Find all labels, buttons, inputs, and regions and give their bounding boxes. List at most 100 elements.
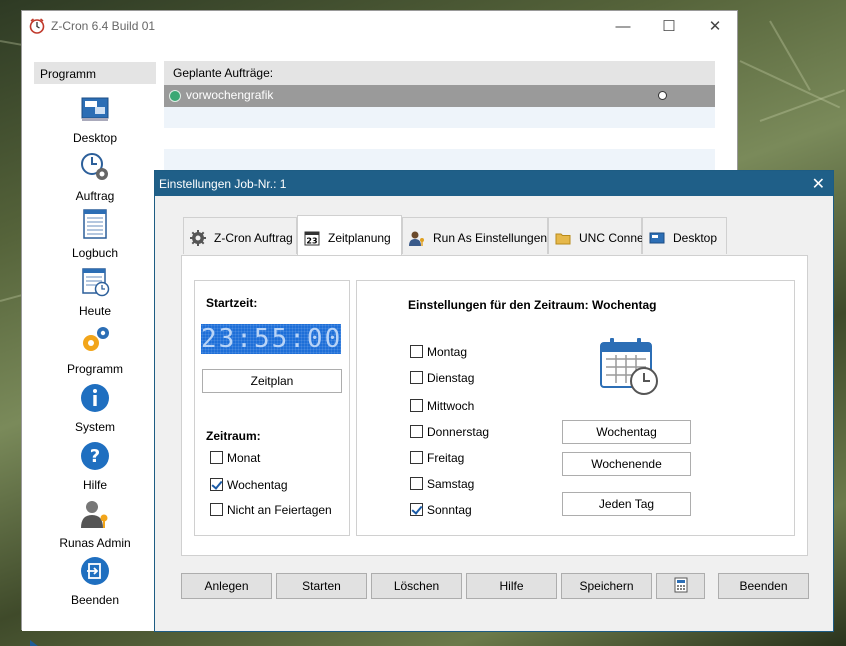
- sidebar-item-logbuch[interactable]: Logbuch: [34, 208, 156, 260]
- hilfe-button[interactable]: Hilfe: [466, 573, 557, 599]
- zeitraum-label: Zeitraum:: [206, 429, 261, 443]
- tab-label: Zeitplanung: [328, 231, 391, 245]
- admin-user-icon: [81, 501, 108, 528]
- expand-arrow-icon[interactable]: [30, 640, 38, 646]
- checkbox-nicht-an-feiertagen[interactable]: Nicht an Feiertagen: [210, 503, 332, 517]
- checkbox-dienstag[interactable]: Dienstag: [410, 371, 474, 385]
- checkbox-box[interactable]: [410, 477, 423, 490]
- anlegen-button[interactable]: Anlegen: [181, 573, 272, 599]
- sidebar-item-auftrag[interactable]: Auftrag: [34, 151, 156, 203]
- sidebar-item-label: Desktop: [72, 131, 118, 145]
- empty-row: [164, 128, 715, 149]
- monitor-icon: [649, 232, 665, 244]
- calendar-23-icon: 23: [304, 231, 320, 246]
- zeitplan-button[interactable]: Zeitplan: [202, 369, 342, 393]
- checkbox-label: Nicht an Feiertagen: [227, 503, 332, 517]
- job-status-icon: [169, 90, 181, 102]
- tab-run-as-einstellungen[interactable]: Run As Einstellungen: [402, 217, 548, 254]
- checkbox-samstag[interactable]: Samstag: [410, 477, 474, 491]
- dialog-title: Einstellungen Job-Nr.: 1: [159, 177, 287, 191]
- sidebar-item-desktop[interactable]: Desktop: [34, 93, 156, 145]
- app-logo-icon: [29, 18, 45, 34]
- tab-label: Run As Einstellungen: [433, 231, 548, 245]
- checkbox-label: Samstag: [427, 477, 475, 491]
- close-button[interactable]: ✕: [692, 11, 738, 43]
- empty-row: [164, 149, 715, 170]
- wochenende-button[interactable]: Wochenende: [562, 452, 691, 476]
- sidebar-item-label: Runas Admin: [59, 536, 131, 550]
- checkbox-box[interactable]: [410, 425, 423, 438]
- sidebar-item-beenden[interactable]: Beenden: [34, 555, 156, 607]
- sidebar-header: Programm: [34, 62, 156, 84]
- checkbox-box[interactable]: [210, 478, 223, 491]
- checkbox-label: Freitag: [427, 451, 465, 465]
- calculator-button[interactable]: [656, 573, 705, 599]
- tab-z-cron-auftrag[interactable]: Z-Cron Auftrag: [183, 217, 297, 254]
- main-titlebar[interactable]: Z-Cron 6.4 Build 01 — ☐ ✕: [22, 11, 737, 43]
- jobs-header: Geplante Aufträge:: [164, 61, 715, 85]
- tab-desktop[interactable]: Desktop: [642, 217, 727, 254]
- loeschen-button[interactable]: Löschen: [371, 573, 462, 599]
- tab-unc-connect[interactable]: UNC Connect: [548, 217, 653, 254]
- sidebar-item-runas-admin[interactable]: Runas Admin: [34, 498, 156, 550]
- sidebar-item-hilfe[interactable]: ? Hilfe: [34, 440, 156, 492]
- job-indicator-icon: [658, 91, 667, 100]
- beenden-button[interactable]: Beenden: [718, 573, 809, 599]
- user-key-icon: [409, 231, 424, 246]
- wochentag-button[interactable]: Wochentag: [562, 420, 691, 444]
- checkbox-box[interactable]: [410, 345, 423, 358]
- checkbox-label: Montag: [427, 345, 468, 359]
- checkbox-monat[interactable]: Monat: [210, 451, 260, 465]
- sidebar-item-label: Programm: [66, 362, 123, 376]
- tab-label: Z-Cron Auftrag: [214, 231, 293, 245]
- info-icon: [81, 384, 109, 412]
- sidebar-item-system[interactable]: System: [34, 382, 156, 434]
- checkbox-montag[interactable]: Montag: [410, 345, 467, 359]
- starten-button[interactable]: Starten: [276, 573, 367, 599]
- folder-icon: [555, 233, 571, 245]
- dialog-titlebar[interactable]: Einstellungen Job-Nr.: 1 ✕: [155, 171, 833, 196]
- maximize-button[interactable]: ☐: [646, 11, 692, 43]
- calculator-icon: [674, 577, 687, 593]
- zeitplanung-panel: Startzeit: 23:55:00 Zeitplan Zeitraum: M…: [181, 255, 808, 556]
- exit-icon: [81, 557, 109, 585]
- checkbox-box[interactable]: [410, 451, 423, 464]
- calendar-clock-icon: [82, 268, 110, 297]
- checkbox-box[interactable]: [410, 371, 423, 384]
- sidebar-item-label: System: [74, 420, 115, 434]
- checkbox-box[interactable]: [210, 503, 223, 516]
- checkbox-label: Monat: [227, 451, 261, 465]
- sidebar-item-heute[interactable]: Heute: [34, 266, 156, 318]
- logbook-icon: [83, 209, 107, 239]
- checkbox-box[interactable]: [410, 503, 423, 516]
- sidebar-item-label: Beenden: [70, 593, 120, 607]
- checkbox-freitag[interactable]: Freitag: [410, 451, 464, 465]
- checkbox-box[interactable]: [410, 399, 423, 412]
- checkbox-wochentag[interactable]: Wochentag: [210, 478, 288, 492]
- calendar-clock-illustration-icon: [600, 338, 658, 395]
- jeden-tag-button[interactable]: Jeden Tag: [562, 492, 691, 516]
- empty-row: [164, 107, 715, 128]
- checkbox-label: Donnerstag: [427, 425, 490, 439]
- tab-label: Desktop: [673, 231, 718, 245]
- checkbox-label: Sonntag: [427, 503, 472, 517]
- checkbox-donnerstag[interactable]: Donnerstag: [410, 425, 489, 439]
- checkbox-label: Mittwoch: [427, 399, 475, 413]
- help-icon: ?: [81, 442, 109, 470]
- tab-zeitplanung[interactable]: 23 Zeitplanung: [297, 215, 402, 255]
- minimize-button[interactable]: —: [600, 11, 646, 43]
- sidebar-item-label: Hilfe: [82, 478, 107, 492]
- checkbox-box[interactable]: [210, 451, 223, 464]
- dialog-close-button[interactable]: ✕: [812, 174, 825, 194]
- job-row[interactable]: vorwochengrafik: [164, 85, 715, 107]
- sidebar-item-label: Heute: [78, 304, 112, 318]
- checkbox-mittwoch[interactable]: Mittwoch: [410, 399, 474, 413]
- sidebar-item-programm[interactable]: Programm: [34, 324, 156, 376]
- main-window-title: Z-Cron 6.4 Build 01: [51, 19, 156, 33]
- svg-text:23: 23: [306, 237, 317, 246]
- start-time-display[interactable]: 23:55:00: [201, 324, 341, 354]
- checkbox-sonntag[interactable]: Sonntag: [410, 503, 472, 517]
- speichern-button[interactable]: Speichern: [561, 573, 652, 599]
- gear-icon: [190, 230, 206, 246]
- gears-icon: [83, 327, 109, 351]
